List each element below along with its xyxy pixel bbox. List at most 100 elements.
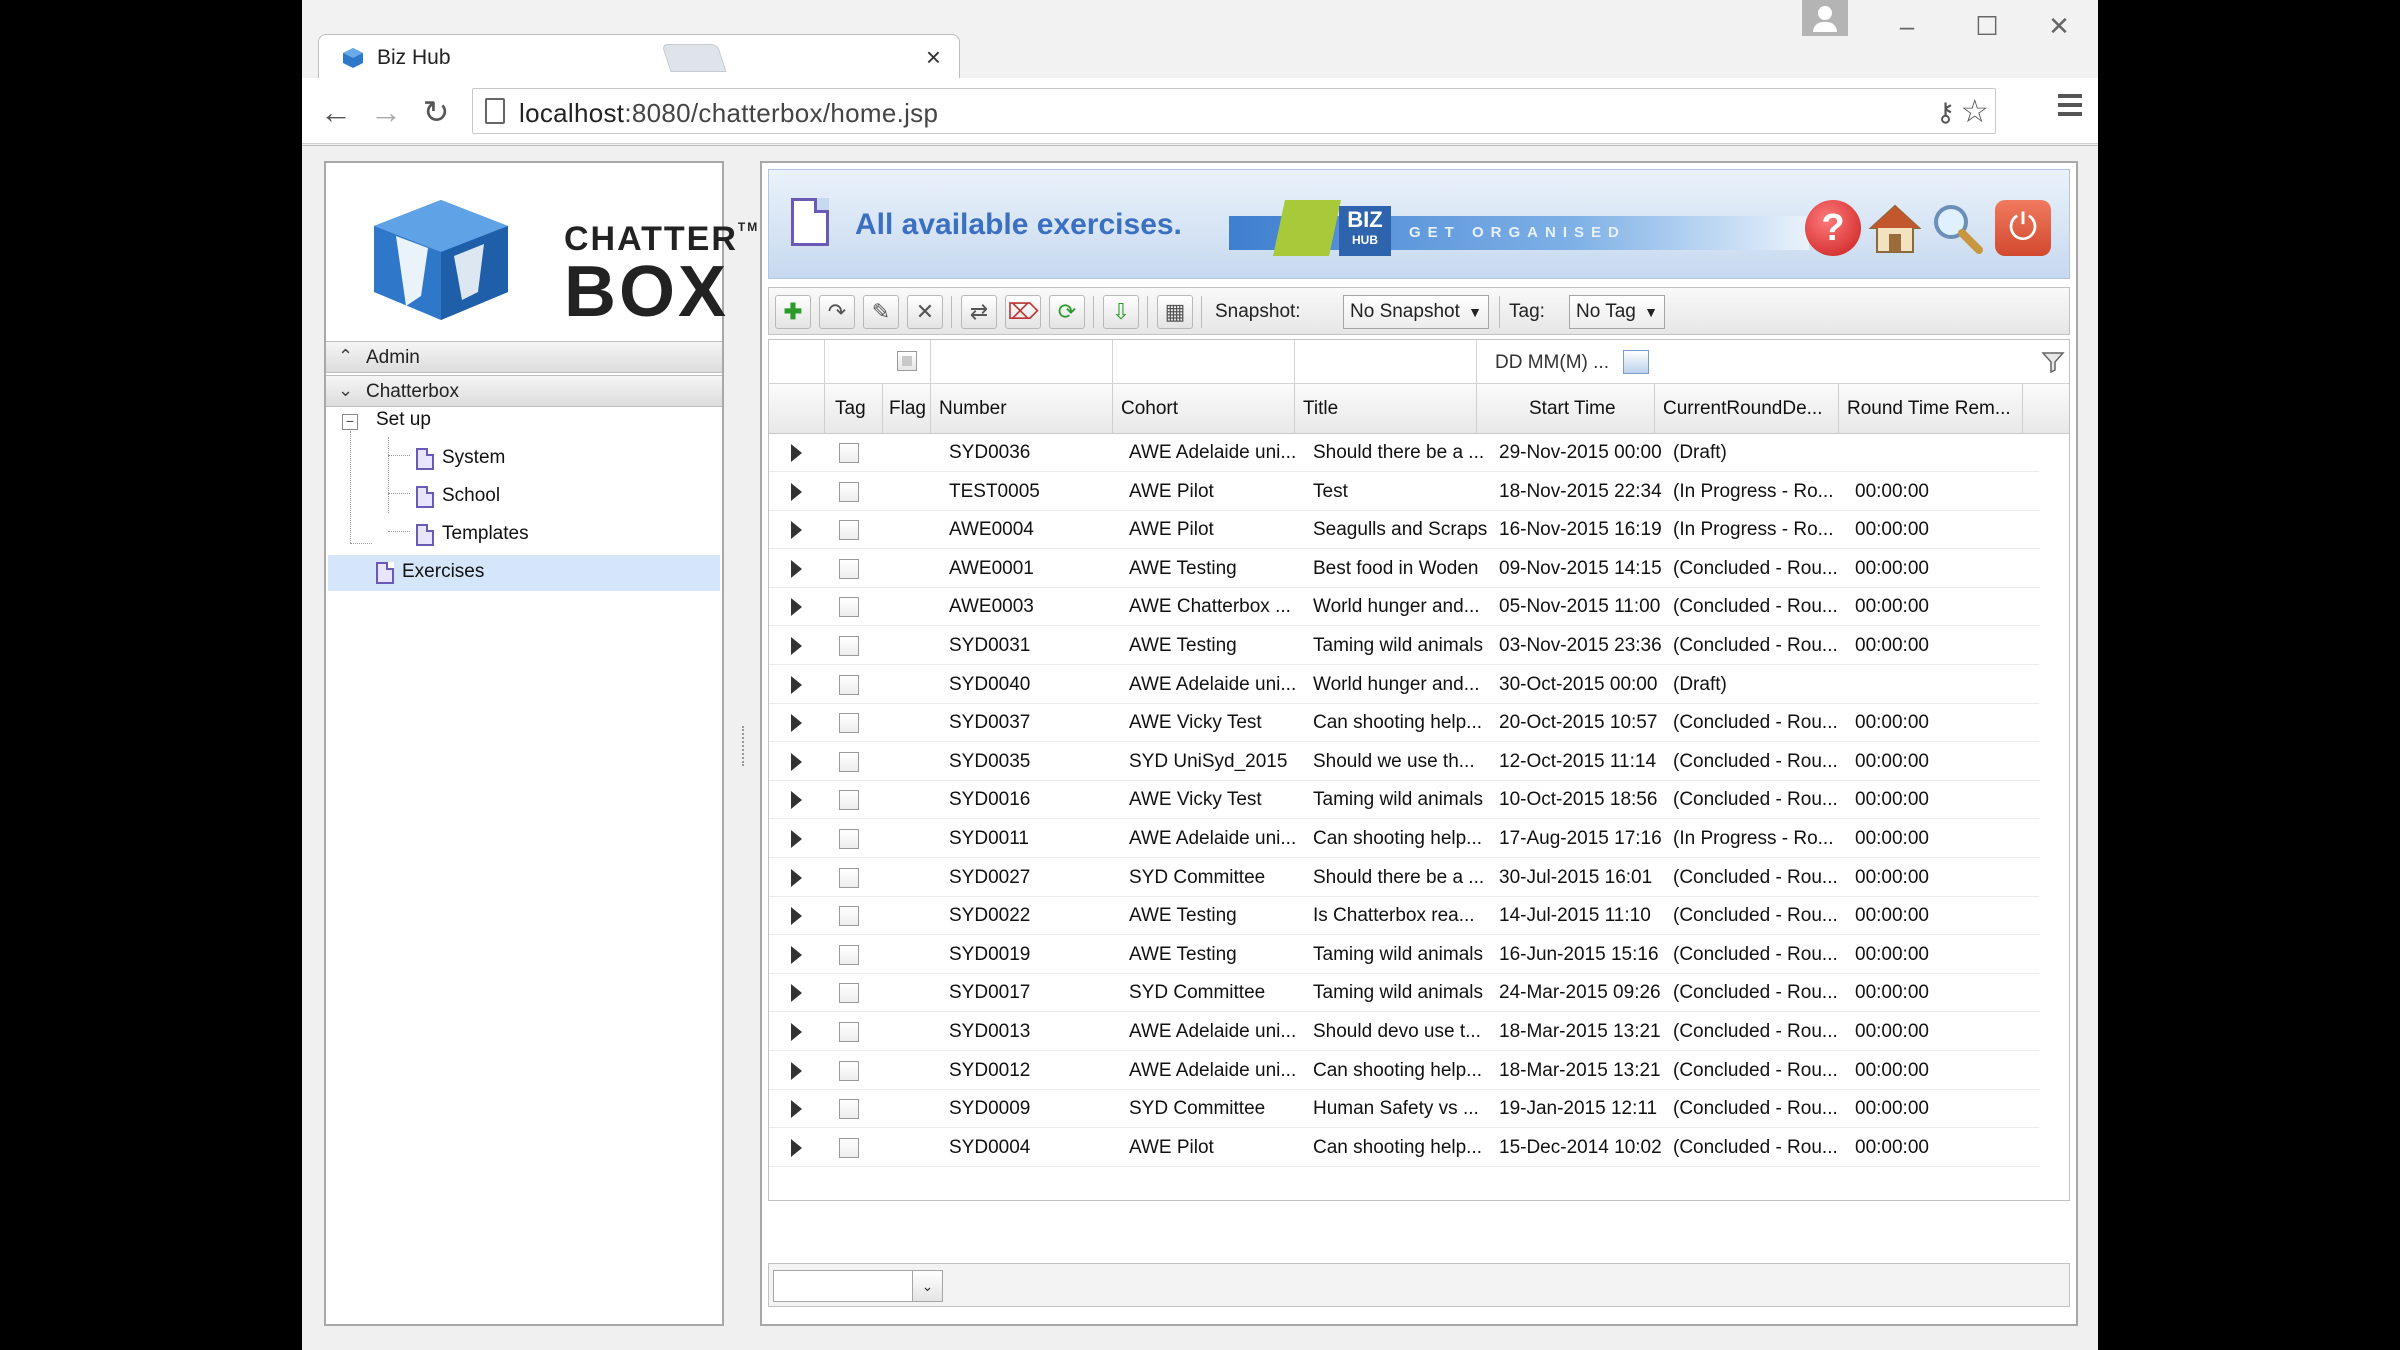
cohort-filter[interactable] [1113, 340, 1295, 384]
tab-close-icon[interactable]: × [926, 42, 941, 73]
expand-row-icon[interactable] [791, 714, 802, 732]
row-tag-checkbox[interactable] [839, 559, 859, 579]
edit-pencil-icon[interactable]: ✎ [863, 295, 899, 329]
browser-tab[interactable]: Biz Hub × [318, 34, 960, 78]
number-filter[interactable] [931, 340, 1113, 384]
table-row[interactable]: SYD0027 SYD Committee Should there be a ..… [769, 859, 2039, 897]
column-header-current-round[interactable]: CurrentRoundDe... [1655, 384, 1839, 434]
expand-row-icon[interactable] [791, 483, 802, 501]
expand-row-icon[interactable] [791, 830, 802, 848]
table-row[interactable]: SYD0012 AWE Adelaide uni... Can shooting h… [769, 1052, 2039, 1090]
expand-row-icon[interactable] [791, 521, 802, 539]
browser-menu-icon[interactable] [2058, 94, 2084, 120]
page-size-select[interactable]: ⌄ [773, 1270, 943, 1302]
grid-columns-icon[interactable]: ▦ [1157, 295, 1193, 329]
expand-row-icon[interactable] [791, 598, 802, 616]
delete-icon[interactable]: ✕ [907, 295, 943, 329]
expand-row-icon[interactable] [791, 676, 802, 694]
row-tag-checkbox[interactable] [839, 752, 859, 772]
help-icon[interactable]: ? [1805, 200, 1861, 256]
back-button[interactable]: ← [314, 90, 358, 134]
tree-item-system[interactable]: System [326, 441, 722, 477]
table-row[interactable]: SYD0019 AWE Testing Taming wild animals 16-… [769, 936, 2039, 974]
snapshot-select[interactable]: No Snapshot ▼ [1343, 295, 1489, 329]
calendar-icon[interactable] [1623, 350, 1649, 374]
export-icon[interactable]: ⇩ [1103, 295, 1139, 329]
column-header-round-time[interactable]: Round Time Rem... [1839, 384, 2023, 434]
address-bar[interactable]: localhost:8080/chatterbox/home.jsp ⚷ ☆ [472, 88, 1996, 134]
table-row[interactable]: SYD0011 AWE Adelaide uni... Can shooting h… [769, 820, 2039, 858]
table-row[interactable]: TEST0005 AWE Pilot Test 18-Nov-2015 22:34 (I… [769, 473, 2039, 511]
redo-icon[interactable]: ↷ [819, 295, 855, 329]
expand-row-icon[interactable] [791, 946, 802, 964]
tag-select[interactable]: No Tag ▼ [1569, 295, 1665, 329]
tree-item-setup[interactable]: − Set up [326, 403, 722, 439]
reload-button[interactable]: ↻ [414, 90, 458, 134]
row-tag-checkbox[interactable] [839, 482, 859, 502]
tree-item-school[interactable]: School [326, 479, 722, 515]
table-row[interactable]: SYD0037 AWE Vicky Test Can shooting help..… [769, 704, 2039, 742]
column-header-cohort[interactable]: Cohort [1113, 384, 1295, 434]
row-tag-checkbox[interactable] [839, 713, 859, 733]
column-header-number[interactable]: Number [931, 384, 1113, 434]
expand-row-icon[interactable] [791, 907, 802, 925]
row-tag-checkbox[interactable] [839, 945, 859, 965]
bookmark-star-icon[interactable]: ☆ [1960, 92, 1989, 130]
table-row[interactable]: AWE0001 AWE Testing Best food in Woden 09-N… [769, 550, 2039, 588]
close-window-button[interactable]: ✕ [2024, 6, 2094, 46]
row-tag-checkbox[interactable] [839, 868, 859, 888]
row-tag-checkbox[interactable] [839, 1138, 859, 1158]
table-row[interactable]: SYD0009 SYD Committee Human Safety vs ... 1… [769, 1090, 2039, 1128]
column-header-flag[interactable]: Flag [883, 384, 931, 434]
profile-icon[interactable] [1802, 0, 1848, 36]
table-row[interactable]: SYD0013 AWE Adelaide uni... Should devo us… [769, 1013, 2039, 1051]
column-header-tag[interactable]: Tag [825, 384, 883, 434]
power-icon[interactable]: ⏻ [1995, 200, 2051, 256]
row-tag-checkbox[interactable] [839, 790, 859, 810]
row-tag-checkbox[interactable] [839, 1061, 859, 1081]
refresh-icon[interactable]: ⟳ [1049, 295, 1085, 329]
row-tag-checkbox[interactable] [839, 597, 859, 617]
add-icon[interactable]: ✚ [775, 295, 811, 329]
table-row[interactable]: SYD0040 AWE Adelaide uni... World hunger a… [769, 666, 2039, 704]
key-icon[interactable]: ⚷ [1936, 97, 1955, 128]
row-tag-checkbox[interactable] [839, 443, 859, 463]
expand-row-icon[interactable] [791, 1100, 802, 1118]
expand-row-icon[interactable] [791, 1062, 802, 1080]
expand-row-icon[interactable] [791, 444, 802, 462]
column-header-title[interactable]: Title [1295, 384, 1477, 434]
title-filter[interactable] [1295, 340, 1477, 384]
table-row[interactable]: SYD0035 SYD UniSyd_2015 Should we use th..… [769, 743, 2039, 781]
row-tag-checkbox[interactable] [839, 636, 859, 656]
expand-row-icon[interactable] [791, 753, 802, 771]
table-row[interactable]: SYD0036 AWE Adelaide uni... Should there b… [769, 434, 2039, 472]
expand-row-icon[interactable] [791, 1023, 802, 1041]
row-tag-checkbox[interactable] [839, 675, 859, 695]
expand-row-icon[interactable] [791, 869, 802, 887]
table-row[interactable]: SYD0004 AWE Pilot Can shooting help... 15-D… [769, 1129, 2039, 1167]
table-row[interactable]: SYD0022 AWE Testing Is Chatterbox rea... 14… [769, 897, 2039, 935]
minimize-button[interactable]: – [1872, 6, 1942, 46]
row-tag-checkbox[interactable] [839, 829, 859, 849]
forward-button[interactable]: → [364, 90, 408, 134]
expand-row-icon[interactable] [791, 560, 802, 578]
expand-row-icon[interactable] [791, 1139, 802, 1157]
row-tag-checkbox[interactable] [839, 1099, 859, 1119]
maximize-button[interactable]: ☐ [1952, 6, 2022, 46]
expand-row-icon[interactable] [791, 637, 802, 655]
table-row[interactable]: SYD0017 SYD Committee Taming wild animals 2… [769, 974, 2039, 1012]
search-icon[interactable] [1929, 200, 1985, 256]
tree-item-templates[interactable]: Templates [326, 517, 722, 553]
row-tag-checkbox[interactable] [839, 906, 859, 926]
expand-row-icon[interactable] [791, 984, 802, 1002]
column-header-start-time[interactable]: Start Time [1477, 384, 1655, 434]
tree-item-exercises[interactable]: Exercises [328, 555, 720, 591]
panel-splitter[interactable] [742, 726, 748, 766]
table-row[interactable]: AWE0004 AWE Pilot Seagulls and Scraps 16-No… [769, 511, 2039, 549]
new-tab-button[interactable] [661, 44, 727, 72]
row-tag-checkbox[interactable] [839, 983, 859, 1003]
table-row[interactable]: SYD0031 AWE Testing Taming wild animals 03-… [769, 627, 2039, 665]
funnel-filter-icon[interactable] [2041, 350, 2065, 374]
row-tag-checkbox[interactable] [839, 1022, 859, 1042]
select-all-checkbox[interactable] [897, 351, 917, 371]
